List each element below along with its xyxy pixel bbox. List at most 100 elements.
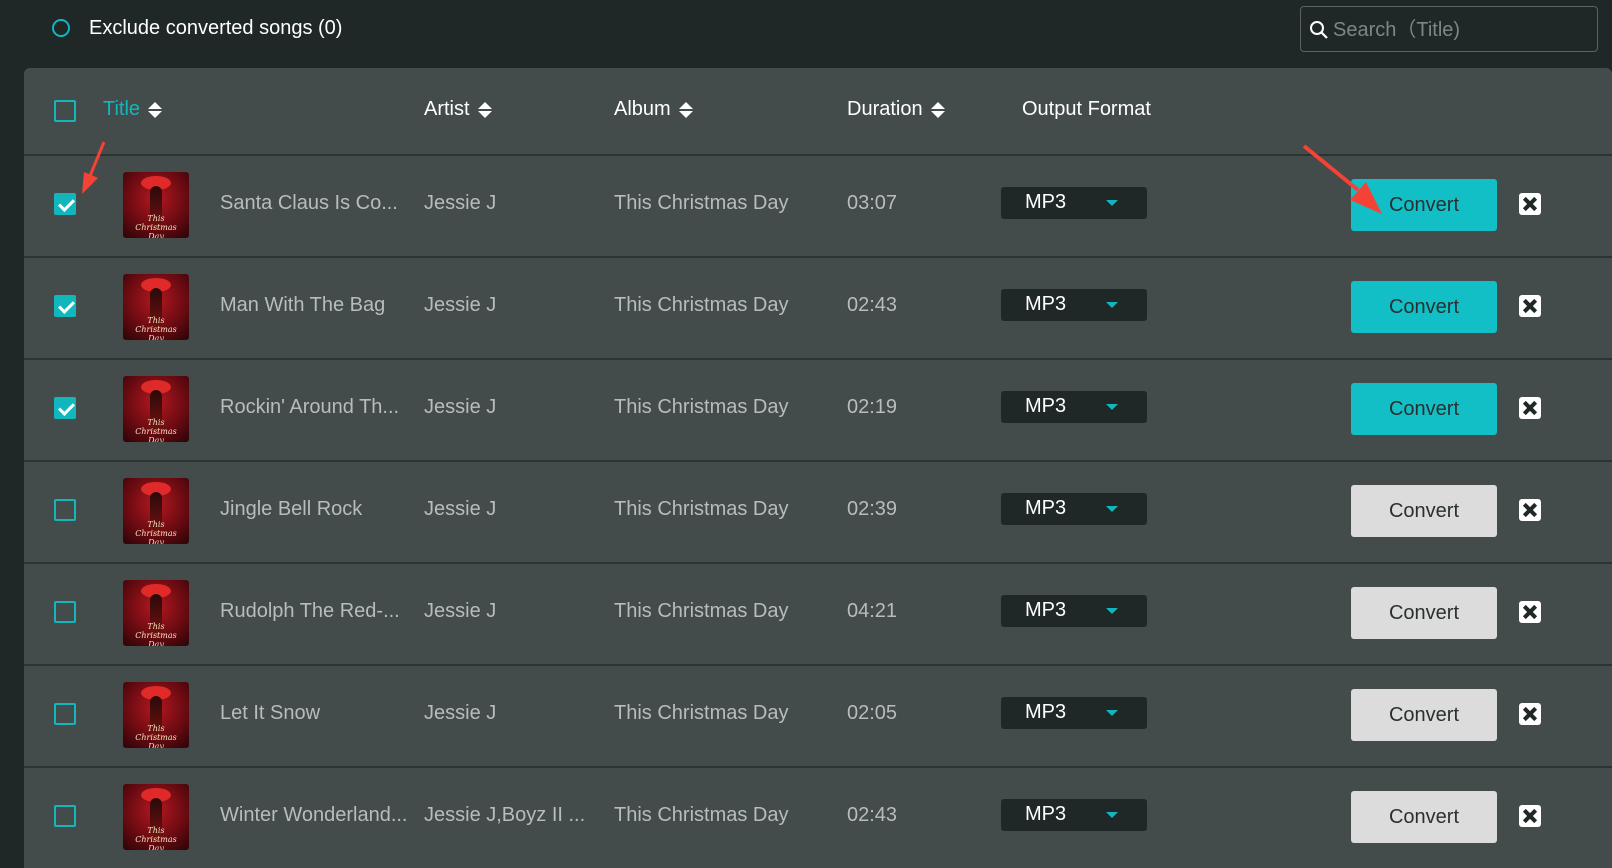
row-checkbox[interactable] — [54, 805, 76, 827]
table-row: This Christmas Day Man With The Bag Jess… — [24, 256, 1612, 360]
table-header: Title Artist Album Duration Output Forma… — [24, 68, 1612, 156]
column-artist[interactable]: Artist — [424, 98, 492, 121]
song-duration: 02:43 — [847, 294, 898, 316]
table-row: This Christmas Day Winter Wonderland... … — [24, 766, 1612, 868]
close-icon[interactable] — [1519, 193, 1541, 215]
format-value: MP3 — [1025, 293, 1067, 315]
chevron-down-icon — [1106, 404, 1118, 410]
table-row: This Christmas Day Rockin' Around Th... … — [24, 358, 1612, 462]
convert-button[interactable]: Convert — [1351, 689, 1497, 741]
format-value: MP3 — [1025, 599, 1067, 621]
close-icon[interactable] — [1519, 295, 1541, 317]
close-icon[interactable] — [1519, 397, 1541, 419]
table-row: This Christmas Day Let It Snow Jessie J … — [24, 664, 1612, 768]
song-title: Rudolph The Red-... — [220, 600, 400, 622]
column-title[interactable]: Title — [103, 98, 163, 121]
convert-button[interactable]: Convert — [1351, 383, 1497, 435]
song-title: Man With The Bag — [220, 294, 386, 316]
song-artist: Jessie J,Boyz II ... — [424, 804, 586, 826]
album-cover: This Christmas Day — [123, 376, 189, 442]
song-list-panel: Title Artist Album Duration Output Forma… — [24, 68, 1612, 868]
close-icon[interactable] — [1519, 499, 1541, 521]
convert-button[interactable]: Convert — [1351, 485, 1497, 537]
song-artist: Jessie J — [424, 396, 497, 418]
sort-icon[interactable] — [477, 101, 492, 118]
column-output-format-label: Output Format — [1022, 98, 1151, 120]
song-title: Let It Snow — [220, 702, 321, 724]
exclude-converted-radio[interactable] — [52, 19, 70, 37]
format-dropdown[interactable]: MP3 — [1001, 799, 1147, 831]
format-value: MP3 — [1025, 191, 1067, 213]
chevron-down-icon — [1106, 710, 1118, 716]
column-album[interactable]: Album — [614, 98, 693, 121]
column-artist-label: Artist — [424, 98, 470, 120]
album-cover: This Christmas Day — [123, 682, 189, 748]
row-checkbox[interactable] — [54, 703, 76, 725]
song-duration: 02:43 — [847, 804, 898, 826]
song-title: Rockin' Around Th... — [220, 396, 400, 418]
chevron-down-icon — [1106, 812, 1118, 818]
song-album: This Christmas Day — [614, 294, 789, 316]
song-title: Santa Claus Is Co... — [220, 192, 398, 214]
song-title: Winter Wonderland... — [220, 804, 408, 826]
song-duration: 04:21 — [847, 600, 898, 622]
sort-icon[interactable] — [930, 101, 945, 118]
convert-button[interactable]: Convert — [1351, 587, 1497, 639]
column-album-label: Album — [614, 98, 671, 120]
row-checkbox[interactable] — [54, 193, 76, 215]
song-album: This Christmas Day — [614, 498, 789, 520]
search-input[interactable] — [1331, 7, 1595, 53]
column-output-format: Output Format — [1022, 98, 1151, 121]
song-artist: Jessie J — [424, 600, 497, 622]
song-album: This Christmas Day — [614, 192, 789, 214]
table-row: This Christmas Day Santa Claus Is Co... … — [24, 154, 1612, 258]
chevron-down-icon — [1106, 608, 1118, 614]
format-dropdown[interactable]: MP3 — [1001, 595, 1147, 627]
album-cover: This Christmas Day — [123, 478, 189, 544]
song-artist: Jessie J — [424, 294, 497, 316]
album-cover: This Christmas Day — [123, 172, 189, 238]
search-box[interactable] — [1300, 6, 1598, 53]
format-dropdown[interactable]: MP3 — [1001, 391, 1147, 423]
song-duration: 02:05 — [847, 702, 898, 724]
format-value: MP3 — [1025, 803, 1067, 825]
song-album: This Christmas Day — [614, 600, 789, 622]
format-dropdown[interactable]: MP3 — [1001, 697, 1147, 729]
convert-button[interactable]: Convert — [1351, 179, 1497, 231]
format-value: MP3 — [1025, 701, 1067, 723]
song-artist: Jessie J — [424, 702, 497, 724]
exclude-converted-label[interactable]: Exclude converted songs (0) — [89, 17, 342, 40]
row-checkbox[interactable] — [54, 601, 76, 623]
format-dropdown[interactable]: MP3 — [1001, 289, 1147, 321]
format-value: MP3 — [1025, 497, 1067, 519]
close-icon[interactable] — [1519, 601, 1541, 623]
table-row: This Christmas Day Jingle Bell Rock Jess… — [24, 460, 1612, 564]
song-album: This Christmas Day — [614, 804, 789, 826]
close-icon[interactable] — [1519, 805, 1541, 827]
format-value: MP3 — [1025, 395, 1067, 417]
song-duration: 02:39 — [847, 498, 898, 520]
chevron-down-icon — [1106, 506, 1118, 512]
row-checkbox[interactable] — [54, 295, 76, 317]
sort-icon[interactable] — [148, 101, 163, 118]
sort-icon[interactable] — [678, 101, 693, 118]
format-dropdown[interactable]: MP3 — [1001, 187, 1147, 219]
convert-button[interactable]: Convert — [1351, 791, 1497, 843]
album-cover: This Christmas Day — [123, 274, 189, 340]
column-duration[interactable]: Duration — [847, 98, 945, 121]
row-checkbox[interactable] — [54, 397, 76, 419]
convert-button[interactable]: Convert — [1351, 281, 1497, 333]
song-artist: Jessie J — [424, 192, 497, 214]
top-bar: Exclude converted songs (0) — [0, 0, 1612, 68]
song-album: This Christmas Day — [614, 396, 789, 418]
select-all-checkbox[interactable] — [54, 100, 76, 122]
format-dropdown[interactable]: MP3 — [1001, 493, 1147, 525]
search-icon — [1310, 21, 1328, 39]
close-icon[interactable] — [1519, 703, 1541, 725]
song-title: Jingle Bell Rock — [220, 498, 363, 520]
song-duration: 02:19 — [847, 396, 898, 418]
column-duration-label: Duration — [847, 98, 923, 120]
row-checkbox[interactable] — [54, 499, 76, 521]
chevron-down-icon — [1106, 302, 1118, 308]
chevron-down-icon — [1106, 200, 1118, 206]
